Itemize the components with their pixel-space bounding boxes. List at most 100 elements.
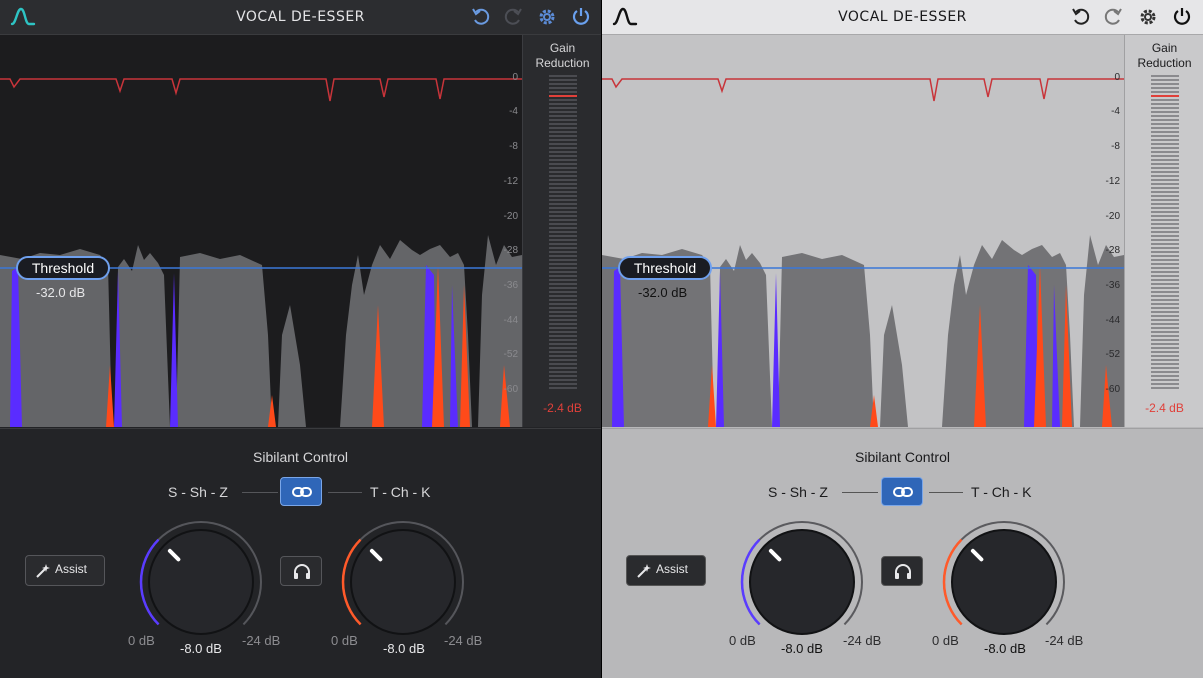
s-sh-z-knob[interactable] — [737, 517, 867, 647]
meter-segment — [1151, 367, 1179, 369]
meter-segment — [1151, 299, 1179, 301]
threshold-value: -32.0 dB — [638, 285, 688, 300]
redo-icon[interactable] — [1102, 6, 1124, 28]
meter-segments — [549, 75, 577, 389]
meter-segment — [549, 203, 577, 205]
meter-segment — [1151, 283, 1179, 285]
meter-segment — [1151, 163, 1179, 165]
meter-segment — [549, 183, 577, 185]
meter-segment — [549, 163, 577, 165]
meter-segment — [1151, 295, 1179, 297]
redo-icon[interactable] — [502, 6, 524, 28]
meter-segment — [1151, 331, 1179, 333]
meter-segment — [1151, 151, 1179, 153]
listen-button[interactable] — [280, 556, 322, 586]
knob-max-label: -24 dB — [242, 633, 281, 648]
meter-segment — [549, 315, 577, 317]
meter-segments — [1151, 75, 1179, 389]
meter-segment — [1151, 243, 1179, 245]
title-bar: VOCAL DE-ESSER — [0, 0, 601, 35]
meter-segment — [549, 195, 577, 197]
meter-segment — [549, 311, 577, 313]
s-sh-z-knob[interactable] — [136, 517, 266, 647]
meter-segment — [1151, 131, 1179, 133]
band-label-s: S - Sh - Z — [168, 484, 228, 500]
meter-segment — [1151, 275, 1179, 277]
scale-tick: -36 — [503, 280, 518, 291]
t-ch-k-knob[interactable] — [338, 517, 468, 647]
meter-segment — [1151, 383, 1179, 385]
scale-tick: -12 — [503, 176, 518, 187]
spectrum-display[interactable]: Threshold -32.0 dB 0 -4 -8 -12 -20 -28 -… — [0, 35, 522, 427]
threshold-handle[interactable]: Threshold — [16, 256, 110, 280]
gain-reduction-meter: Gain Reduction -2.4 dB — [1124, 35, 1203, 427]
gear-icon[interactable] — [1137, 6, 1159, 28]
divider — [929, 492, 963, 493]
meter-segment — [549, 299, 577, 301]
band-label-t: T - Ch - K — [370, 484, 431, 500]
meter-segment — [1151, 159, 1179, 161]
meter-segment — [549, 275, 577, 277]
meter-segment — [1151, 147, 1179, 149]
meter-segment — [1151, 175, 1179, 177]
meter-segment — [1151, 291, 1179, 293]
knob-min-label: 0 dB — [128, 633, 155, 648]
spectrum-graph — [0, 78, 522, 427]
link-button[interactable] — [280, 477, 322, 506]
meter-segment — [549, 335, 577, 337]
scale-tick: -12 — [1105, 176, 1120, 187]
knob-max-label: -24 dB — [444, 633, 483, 648]
meter-segment — [1151, 127, 1179, 129]
knob-graphic — [341, 521, 464, 635]
scale-tick: -60 — [503, 384, 518, 395]
meter-segment — [549, 327, 577, 329]
scale-tick: -20 — [503, 211, 518, 222]
knob-value-label: -8.0 dB — [781, 641, 823, 656]
scale-tick: -60 — [1105, 384, 1120, 395]
meter-segment — [549, 155, 577, 157]
scale-tick: -4 — [1111, 106, 1120, 117]
meter-segment — [549, 135, 577, 137]
meter-segment — [1151, 183, 1179, 185]
assist-button[interactable]: Assist — [626, 555, 706, 586]
meter-segment — [1151, 263, 1179, 265]
meter-segment — [1151, 279, 1179, 281]
knob-max-label: -24 dB — [843, 633, 882, 648]
link-icon — [292, 487, 312, 497]
meter-segment — [1151, 103, 1179, 105]
undo-icon[interactable] — [470, 6, 492, 28]
meter-segment — [549, 231, 577, 233]
undo-icon[interactable] — [1070, 6, 1092, 28]
meter-segment — [1151, 155, 1179, 157]
power-icon[interactable] — [1171, 6, 1193, 28]
meter-segment — [1151, 199, 1179, 201]
assist-button[interactable]: Assist — [25, 555, 105, 586]
listen-button[interactable] — [881, 556, 923, 586]
meter-segment — [549, 363, 577, 365]
threshold-handle[interactable]: Threshold — [618, 256, 712, 280]
meter-segment — [1151, 123, 1179, 125]
divider — [842, 492, 878, 493]
meter-segment — [1151, 335, 1179, 337]
meter-segment — [549, 263, 577, 265]
gear-icon[interactable] — [536, 6, 558, 28]
threshold-value: -32.0 dB — [36, 285, 86, 300]
knob-min-label: 0 dB — [729, 633, 756, 648]
meter-segment — [549, 279, 577, 281]
scale-tick: -28 — [503, 245, 518, 256]
gain-reduction-title: Gain Reduction — [523, 41, 601, 71]
meter-segment — [1151, 323, 1179, 325]
scale-tick: -52 — [503, 349, 518, 360]
scale-tick: -28 — [1105, 245, 1120, 256]
meter-segment — [549, 303, 577, 305]
meter-segment — [1151, 107, 1179, 109]
t-ch-k-knob[interactable] — [939, 517, 1069, 647]
link-button[interactable] — [881, 477, 923, 506]
scale-tick: -20 — [1105, 211, 1120, 222]
headphones-icon — [294, 564, 310, 579]
power-icon[interactable] — [570, 6, 592, 28]
scale-tick: -44 — [503, 315, 518, 326]
spectrum-display[interactable]: Threshold -32.0 dB 0 -4 -8 -12 -20 -28 -… — [602, 35, 1124, 427]
meter-segment — [549, 207, 577, 209]
meter-segment — [1151, 171, 1179, 173]
